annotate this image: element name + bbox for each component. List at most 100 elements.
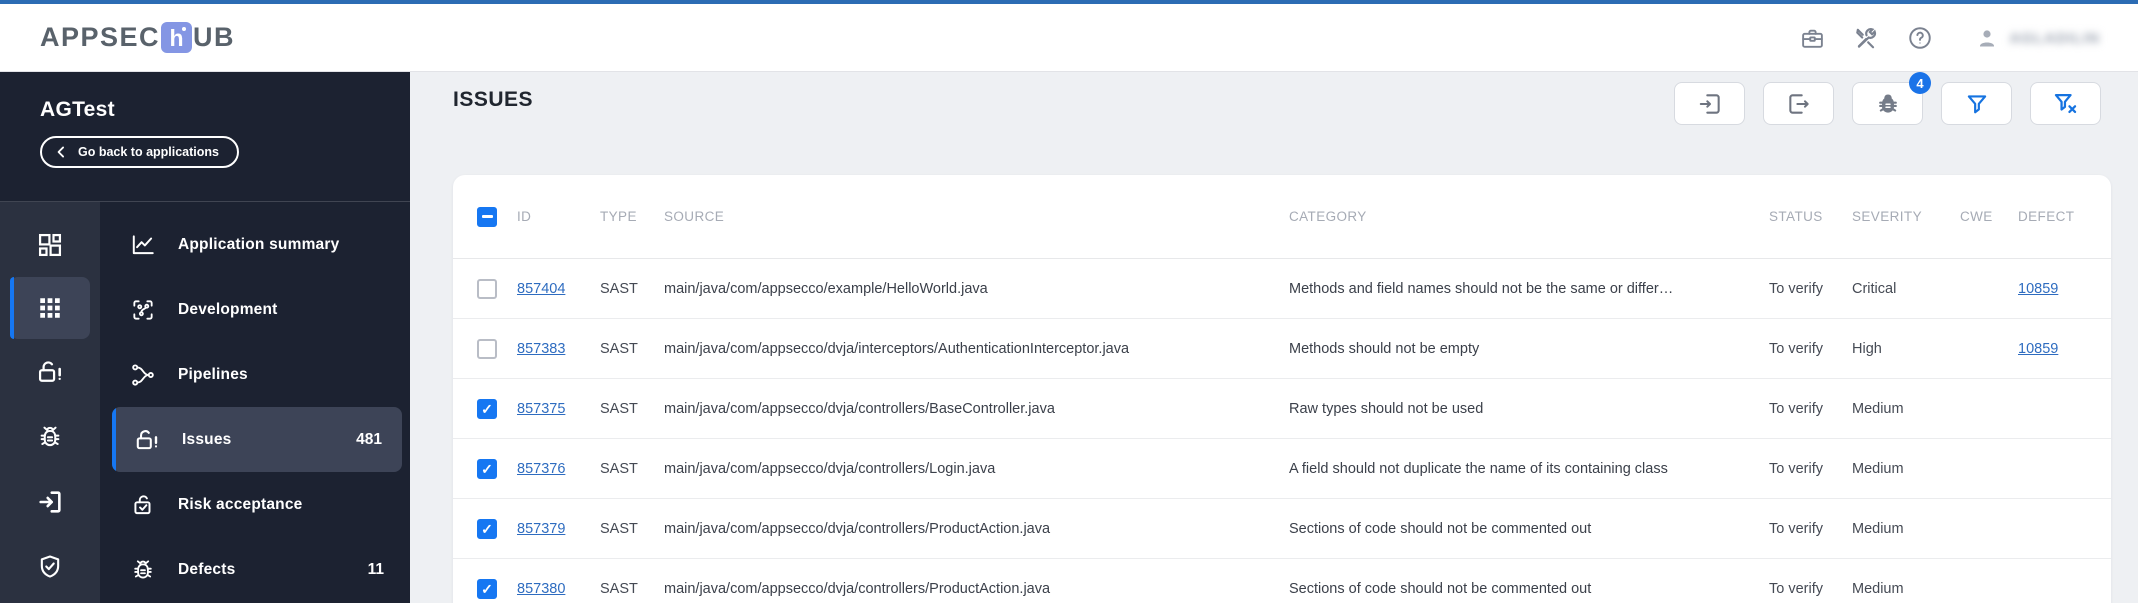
briefcase-icon[interactable]: [1799, 25, 1825, 51]
issue-type: SAST: [600, 340, 638, 357]
table-row: 857375 SAST main/java/com/appsecco/dvja/…: [453, 379, 2111, 439]
column-header-category[interactable]: CATEGORY: [1289, 209, 1769, 224]
row-checkbox[interactable]: [477, 578, 497, 599]
user-icon: [1980, 30, 1995, 47]
export-button[interactable]: [1763, 82, 1834, 125]
column-header-status[interactable]: STATUS: [1769, 209, 1852, 224]
pipeline-fork-icon: [132, 363, 154, 386]
sidebar-item-defects[interactable]: Defects 11: [100, 537, 410, 602]
issue-severity: Critical: [1852, 280, 1897, 297]
issue-category: Methods should not be empty: [1289, 340, 1480, 357]
lock-check-icon: [134, 494, 151, 514]
issue-type: SAST: [600, 520, 638, 537]
chart-line-icon: [132, 234, 154, 254]
filter-clear-icon: [2054, 93, 2077, 114]
import-button[interactable]: [1674, 82, 1745, 125]
issue-id-link[interactable]: 857404: [517, 281, 565, 297]
column-header-defect[interactable]: DEFECT: [2018, 209, 2087, 224]
rail-item-apps[interactable]: [10, 277, 90, 339]
issue-severity: Medium: [1852, 520, 1904, 537]
appsechub-logo[interactable]: APPSEC h UB: [40, 22, 235, 53]
issue-status: To verify: [1769, 460, 1823, 477]
chevron-left-icon: [57, 146, 65, 158]
issue-id-link[interactable]: 857375: [517, 401, 565, 417]
issue-type: SAST: [600, 280, 638, 297]
row-checkbox[interactable]: [477, 518, 497, 539]
issue-status: To verify: [1769, 580, 1823, 597]
lock-alert-icon: [38, 360, 61, 382]
issue-severity: Medium: [1852, 460, 1904, 477]
sidebar: AGTest Go back to applications Applicati…: [0, 72, 410, 603]
filter-button[interactable]: [1941, 82, 2012, 125]
sidebar-item-label: Application summary: [178, 235, 340, 253]
rail-item-dashboard[interactable]: [0, 212, 100, 277]
issue-source: main/java/com/appsecco/dvja/controllers/…: [664, 400, 1055, 417]
sidebar-item-application-summary[interactable]: Application summary: [100, 212, 410, 277]
row-checkbox[interactable]: [477, 398, 497, 419]
issue-source: main/java/com/appsecco/dvja/interceptors…: [664, 340, 1130, 357]
column-header-source[interactable]: SOURCE: [664, 209, 1289, 224]
icon-rail: [0, 202, 100, 603]
rail-item-defects[interactable]: [0, 404, 100, 469]
dashboard-icon: [38, 233, 62, 256]
column-header-id[interactable]: ID: [517, 209, 600, 224]
help-icon[interactable]: [1907, 25, 1933, 51]
defect-link[interactable]: 10859: [2018, 341, 2058, 357]
bug-icon: [134, 559, 152, 578]
top-accent-line: [0, 0, 2138, 4]
user-menu[interactable]: AGLADILIN: [1975, 26, 2100, 50]
dev-branch-icon: [133, 299, 153, 320]
issue-category: Sections of code should not be commented…: [1289, 520, 1592, 537]
column-header-type[interactable]: TYPE: [600, 209, 664, 224]
exit-icon: [39, 490, 61, 513]
issue-category: Raw types should not be used: [1289, 400, 1484, 417]
sidebar-item-label: Defects: [178, 560, 236, 578]
issues-toolbar: 4: [1674, 72, 2101, 125]
issue-type: SAST: [600, 400, 638, 417]
sidebar-item-label: Pipelines: [178, 365, 248, 383]
issue-source: main/java/com/appsecco/dvja/controllers/…: [664, 520, 1051, 537]
row-checkbox[interactable]: [477, 338, 497, 359]
clear-filter-button[interactable]: [2030, 82, 2101, 125]
issue-type: SAST: [600, 580, 638, 597]
username-text: AGLADILIN: [2009, 29, 2100, 47]
issue-severity: High: [1852, 340, 1882, 357]
tools-icon[interactable]: [1853, 25, 1879, 51]
select-all-checkbox[interactable]: [477, 206, 497, 227]
row-checkbox[interactable]: [477, 458, 497, 479]
project-name: AGTest: [40, 98, 115, 121]
column-header-severity[interactable]: SEVERITY: [1852, 209, 1960, 224]
logo-text-suffix: UB: [193, 22, 236, 52]
column-header-cwe[interactable]: CWE: [1960, 209, 2018, 224]
issue-id-link[interactable]: 857383: [517, 341, 565, 357]
export-icon: [1788, 93, 1809, 114]
issue-id-link[interactable]: 857379: [517, 521, 565, 537]
rail-item-issues[interactable]: [0, 339, 100, 404]
row-checkbox[interactable]: [477, 278, 497, 299]
table-row: 857404 SAST main/java/com/appsecco/examp…: [453, 259, 2111, 319]
issue-id-link[interactable]: 857380: [517, 581, 565, 597]
sidebar-item-issues[interactable]: Issues 481: [112, 407, 402, 472]
issue-status: To verify: [1769, 340, 1823, 357]
sidebar-item-pipelines[interactable]: Pipelines: [100, 342, 410, 407]
apps-grid-icon: [40, 298, 60, 318]
go-back-label: Go back to applications: [78, 145, 219, 159]
go-back-button[interactable]: Go back to applications: [40, 136, 239, 168]
issue-category: Sections of code should not be commented…: [1289, 580, 1592, 597]
rail-item-exit[interactable]: [0, 469, 100, 534]
issue-status: To verify: [1769, 280, 1823, 297]
issue-id-link[interactable]: 857376: [517, 461, 565, 477]
sidebar-item-development[interactable]: Development: [100, 277, 410, 342]
rail-item-security[interactable]: [0, 534, 100, 599]
table-header-row: ID TYPE SOURCE CATEGORY STATUS SEVERITY …: [453, 175, 2111, 259]
sidebar-item-risk-acceptance[interactable]: Risk acceptance: [100, 472, 410, 537]
issue-severity: Medium: [1852, 580, 1904, 597]
selected-count-badge: 4: [1909, 72, 1931, 94]
table-row: 857376 SAST main/java/com/appsecco/dvja/…: [453, 439, 2111, 499]
sidebar-item-label: Issues: [182, 430, 232, 448]
issue-severity: Medium: [1852, 400, 1904, 417]
table-body: 857404 SAST main/java/com/appsecco/examp…: [453, 259, 2111, 603]
defect-link[interactable]: 10859: [2018, 281, 2058, 297]
issue-status: To verify: [1769, 400, 1823, 417]
create-defect-button[interactable]: 4: [1852, 72, 1931, 125]
